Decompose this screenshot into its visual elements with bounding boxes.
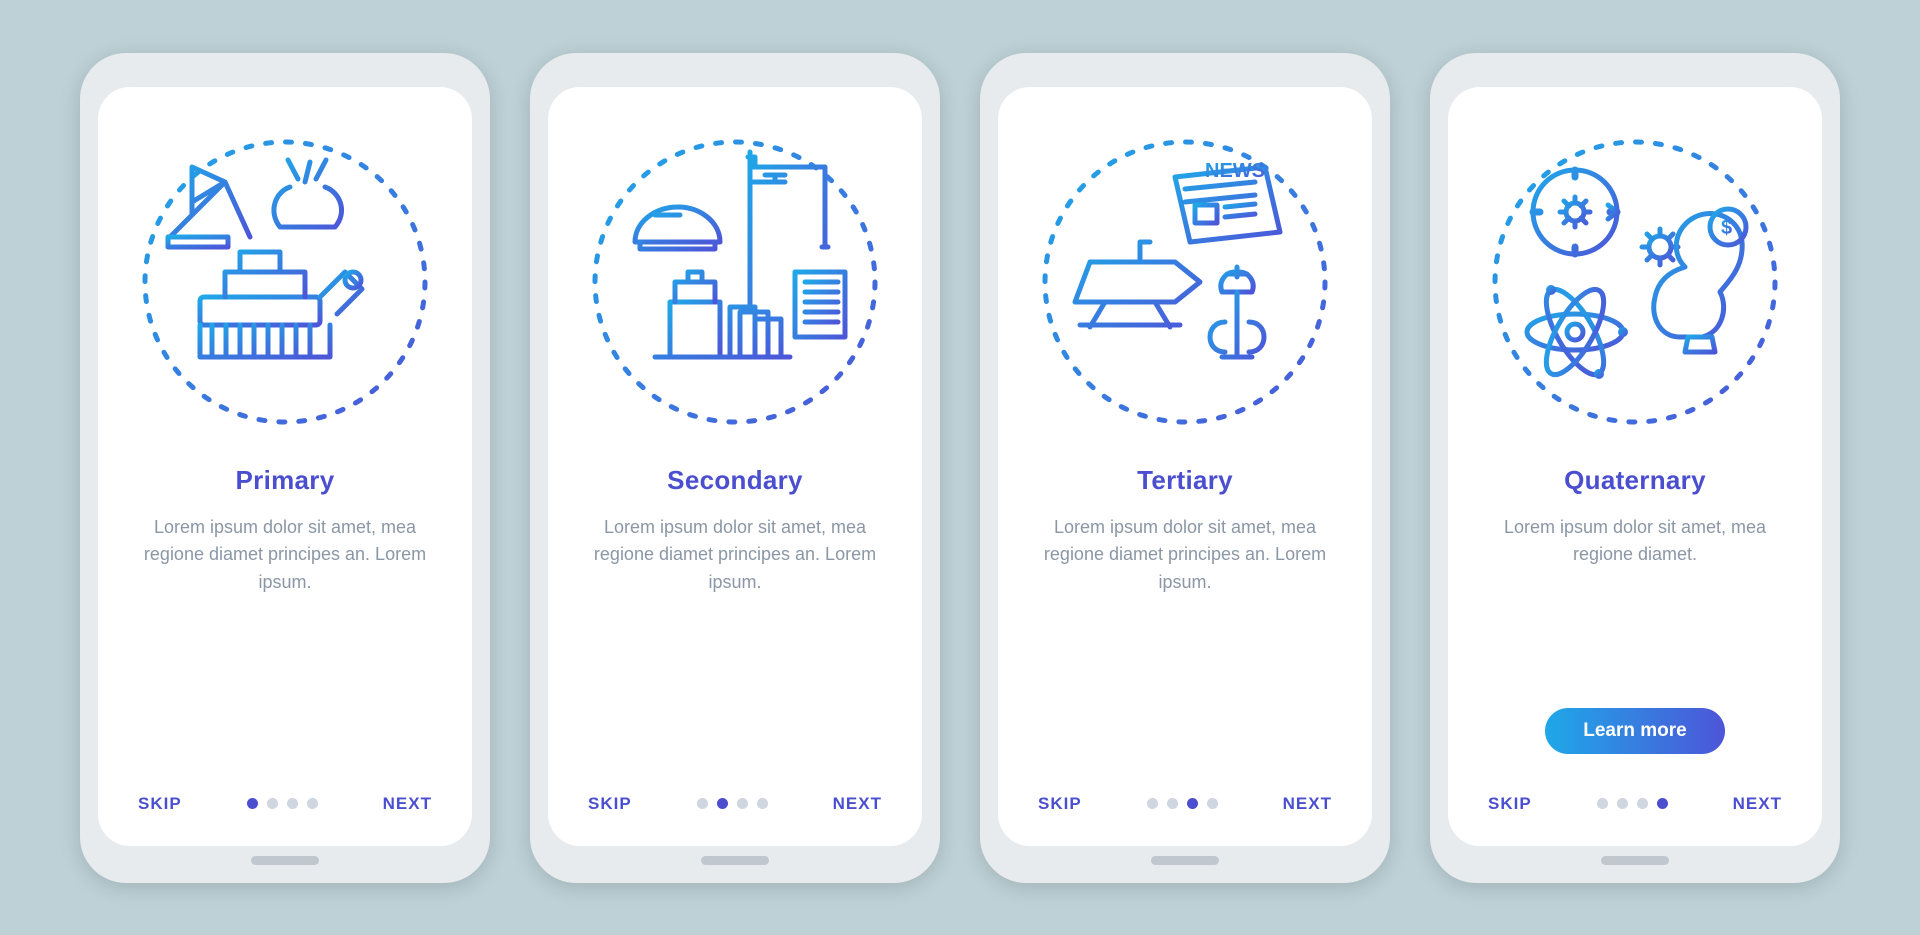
screen-title: Quaternary (1564, 465, 1706, 496)
svg-text:NEWS: NEWS (1205, 160, 1265, 182)
page-dot[interactable] (717, 798, 728, 809)
page-dot[interactable] (267, 798, 278, 809)
page-indicator (697, 798, 768, 809)
primary-illustration-icon (130, 127, 440, 437)
home-indicator (1601, 856, 1669, 865)
page-dot[interactable] (1207, 798, 1218, 809)
phone-notch (1150, 71, 1220, 81)
page-dot[interactable] (307, 798, 318, 809)
home-indicator (701, 856, 769, 865)
skip-button[interactable]: SKIP (588, 794, 632, 814)
nav-row: SKIP NEXT (132, 794, 438, 826)
svg-text:$: $ (1721, 217, 1732, 239)
page-dot[interactable] (1167, 798, 1178, 809)
screen-description: Lorem ipsum dolor sit amet, mea regione … (1032, 514, 1338, 598)
phone-mockup: Secondary Lorem ipsum dolor sit amet, me… (530, 53, 940, 883)
quaternary-illustration-icon: $ (1480, 127, 1790, 437)
onboarding-screen: Secondary Lorem ipsum dolor sit amet, me… (548, 87, 922, 846)
next-button[interactable]: NEXT (833, 794, 882, 814)
page-dot[interactable] (697, 798, 708, 809)
phone-mockup: $ Quaternary Lorem ipsum dolor sit amet,… (1430, 53, 1840, 883)
skip-button[interactable]: SKIP (1488, 794, 1532, 814)
page-dot[interactable] (287, 798, 298, 809)
phone-notch (250, 71, 320, 81)
home-indicator (1151, 856, 1219, 865)
screen-title: Secondary (667, 465, 803, 496)
screen-description: Lorem ipsum dolor sit amet, mea regione … (582, 514, 888, 598)
page-indicator (1597, 798, 1668, 809)
page-dot[interactable] (1187, 798, 1198, 809)
nav-row: SKIP NEXT (582, 794, 888, 826)
page-dot[interactable] (1657, 798, 1668, 809)
screen-description: Lorem ipsum dolor sit amet, mea regione … (132, 514, 438, 598)
page-indicator (1147, 798, 1218, 809)
skip-button[interactable]: SKIP (138, 794, 182, 814)
page-dot[interactable] (1617, 798, 1628, 809)
page-dot[interactable] (1147, 798, 1158, 809)
phone-mockup: Primary Lorem ipsum dolor sit amet, mea … (80, 53, 490, 883)
secondary-illustration-icon (580, 127, 890, 437)
onboarding-screen: Primary Lorem ipsum dolor sit amet, mea … (98, 87, 472, 846)
page-dot[interactable] (1597, 798, 1608, 809)
phone-notch (700, 71, 770, 81)
screen-description: Lorem ipsum dolor sit amet, mea regione … (1482, 514, 1788, 570)
skip-button[interactable]: SKIP (1038, 794, 1082, 814)
phone-mockup: NEWS Tertiary Lorem ipsum dolor sit amet… (980, 53, 1390, 883)
next-button[interactable]: NEXT (1733, 794, 1782, 814)
screen-title: Tertiary (1137, 465, 1233, 496)
onboarding-screen: NEWS Tertiary Lorem ipsum dolor sit amet… (998, 87, 1372, 846)
page-dot[interactable] (247, 798, 258, 809)
home-indicator (251, 856, 319, 865)
nav-row: SKIP NEXT (1032, 794, 1338, 826)
page-dot[interactable] (737, 798, 748, 809)
next-button[interactable]: NEXT (383, 794, 432, 814)
next-button[interactable]: NEXT (1283, 794, 1332, 814)
learn-more-button[interactable]: Learn more (1545, 708, 1724, 754)
onboarding-screen: $ Quaternary Lorem ipsum dolor sit amet,… (1448, 87, 1822, 846)
nav-row: SKIP NEXT (1482, 794, 1788, 826)
page-dot[interactable] (757, 798, 768, 809)
page-indicator (247, 798, 318, 809)
page-dot[interactable] (1637, 798, 1648, 809)
screen-title: Primary (236, 465, 335, 496)
tertiary-illustration-icon: NEWS (1030, 127, 1340, 437)
phone-notch (1600, 71, 1670, 81)
